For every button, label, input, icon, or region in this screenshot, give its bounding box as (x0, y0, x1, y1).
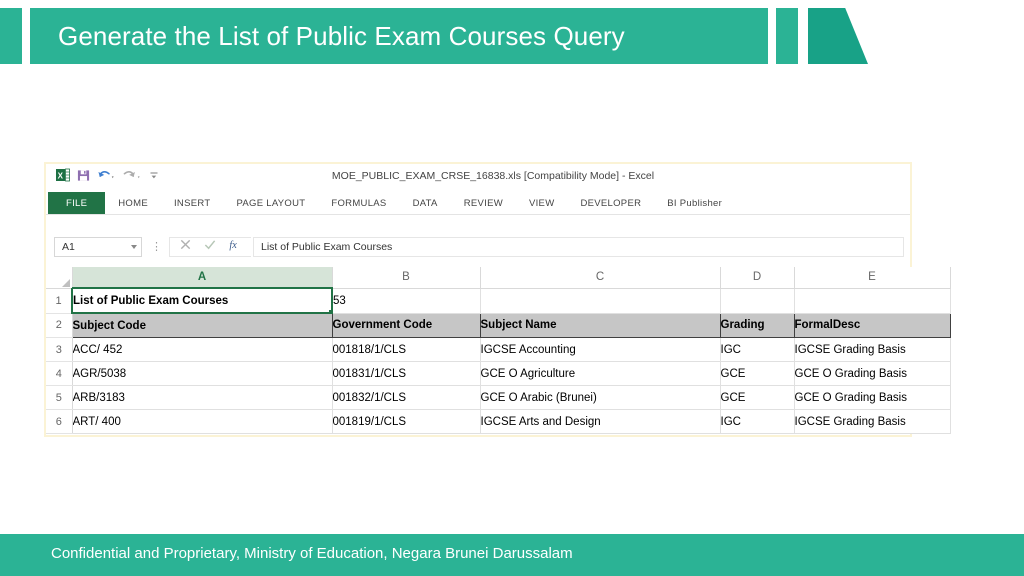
cell-e4[interactable]: GCE O Grading Basis (794, 361, 951, 386)
header-right-accent-block (776, 8, 798, 64)
header-left-accent-block (0, 8, 22, 64)
row-header-1[interactable]: 1 (46, 288, 73, 314)
formula-bar-grip: ⋮ (151, 240, 162, 253)
ribbon-body (46, 215, 910, 229)
cell-e3[interactable]: IGCSE Grading Basis (794, 337, 951, 362)
cell-c1[interactable] (480, 288, 721, 314)
cell-d4[interactable]: GCE (720, 361, 795, 386)
ribbon-tab-insert[interactable]: INSERT (161, 192, 223, 214)
name-box[interactable]: A1 (54, 237, 142, 257)
chevron-down-icon[interactable] (131, 245, 137, 249)
table-row: 2 Subject Code Government Code Subject N… (46, 312, 951, 338)
cell-d2[interactable]: Grading (719, 312, 795, 338)
enter-checkmark-icon[interactable] (203, 238, 217, 256)
cell-c3[interactable]: IGCSE Accounting (480, 337, 721, 362)
select-all-corner[interactable] (46, 267, 73, 289)
formula-bar-buttons: fx (169, 237, 251, 257)
column-header-b[interactable]: B (332, 267, 481, 289)
column-header-e[interactable]: E (794, 267, 951, 289)
ribbon-tab-page-layout[interactable]: PAGE LAYOUT (223, 192, 318, 214)
cell-a3[interactable]: ACC/ 452 (72, 337, 333, 362)
cell-b2[interactable]: Government Code (331, 312, 481, 338)
ribbon-tab-formulas[interactable]: FORMULAS (318, 192, 399, 214)
spreadsheet-grid: A B C D E 1 List of Public Exam Courses … (46, 267, 951, 434)
excel-document-title: MOE_PUBLIC_EXAM_CRSE_16838.xls [Compatib… (331, 170, 655, 182)
cell-e2[interactable]: FormalDesc (793, 312, 951, 338)
column-header-row: A B C D E (46, 267, 951, 289)
page-title: Generate the List of Public Exam Courses… (58, 20, 625, 51)
excel-title-bar: X MOE_PUBLIC_EXAM_CRSE_16838.xls [Compat… (46, 164, 910, 192)
cell-e5[interactable]: GCE O Grading Basis (794, 385, 951, 410)
footer-confidentiality-text: Confidential and Proprietary, Ministry o… (51, 545, 573, 562)
cell-c4[interactable]: GCE O Agriculture (480, 361, 721, 386)
ribbon-tab-view[interactable]: VIEW (516, 192, 567, 214)
cell-c6[interactable]: IGCSE Arts and Design (480, 409, 721, 434)
cell-d1[interactable] (720, 288, 795, 314)
cell-a4[interactable]: AGR/5038 (72, 361, 333, 386)
cell-d3[interactable]: IGC (720, 337, 795, 362)
ribbon-tab-data[interactable]: DATA (400, 192, 451, 214)
ribbon-tab-developer[interactable]: DEVELOPER (567, 192, 654, 214)
ribbon-tab-bi-publisher[interactable]: BI Publisher (654, 192, 735, 214)
row-header-3[interactable]: 3 (46, 337, 73, 362)
cell-b1[interactable]: 53 (332, 288, 481, 314)
slide-footer: Confidential and Proprietary, Ministry o… (0, 534, 1024, 576)
table-row: 5 ARB/3183 001832/1/CLS GCE O Arabic (Br… (46, 385, 951, 410)
cell-b4[interactable]: 001831/1/CLS (332, 361, 481, 386)
cell-b6[interactable]: 001819/1/CLS (332, 409, 481, 434)
row-header-4[interactable]: 4 (46, 361, 73, 386)
cell-e1[interactable] (794, 288, 951, 314)
cancel-icon[interactable] (179, 238, 192, 256)
row-header-5[interactable]: 5 (46, 385, 73, 410)
formula-input[interactable]: List of Public Exam Courses (253, 237, 904, 257)
cell-c2[interactable]: Subject Name (479, 312, 721, 338)
column-header-d[interactable]: D (720, 267, 795, 289)
svg-text:fx: fx (229, 240, 237, 251)
select-all-triangle-icon (61, 278, 70, 287)
cell-a2[interactable]: Subject Code (71, 312, 333, 338)
cell-a6[interactable]: ART/ 400 (72, 409, 333, 434)
header-trapezoid-accent (808, 8, 868, 64)
column-header-a[interactable]: A (72, 267, 333, 289)
name-box-value: A1 (62, 241, 75, 253)
formula-bar: A1 ⋮ fx List of Public Exam Courses (46, 229, 910, 267)
table-row: 6 ART/ 400 001819/1/CLS IGCSE Arts and D… (46, 409, 951, 434)
table-row: 1 List of Public Exam Courses 53 (46, 287, 951, 314)
cell-c5[interactable]: GCE O Arabic (Brunei) (480, 385, 721, 410)
cell-a5[interactable]: ARB/3183 (72, 385, 333, 410)
ribbon-tab-home[interactable]: HOME (105, 192, 161, 214)
cell-d5[interactable]: GCE (720, 385, 795, 410)
ribbon-tab-review[interactable]: REVIEW (451, 192, 516, 214)
ribbon-tab-strip: FILE HOME INSERT PAGE LAYOUT FORMULAS DA… (46, 192, 910, 214)
column-header-c[interactable]: C (480, 267, 721, 289)
row-header-6[interactable]: 6 (46, 409, 73, 434)
cell-b3[interactable]: 001818/1/CLS (332, 337, 481, 362)
table-row: 3 ACC/ 452 001818/1/CLS IGCSE Accounting… (46, 337, 951, 362)
excel-window: X MOE_PUBLIC_EXAM_CRSE_16838.xls [Compat… (44, 162, 951, 437)
insert-function-icon[interactable]: fx (228, 238, 242, 256)
cell-d6[interactable]: IGC (720, 409, 795, 434)
cell-b5[interactable]: 001832/1/CLS (332, 385, 481, 410)
ribbon-tab-file[interactable]: FILE (48, 192, 106, 214)
table-row: 4 AGR/5038 001831/1/CLS GCE O Agricultur… (46, 361, 951, 386)
slide-header-banner: Generate the List of Public Exam Courses… (0, 0, 1024, 76)
slide-title-bar: Generate the List of Public Exam Courses… (30, 8, 768, 64)
row-header-2[interactable]: 2 (46, 313, 73, 338)
cell-e6[interactable]: IGCSE Grading Basis (794, 409, 951, 434)
cell-a1[interactable]: List of Public Exam Courses (71, 287, 333, 314)
